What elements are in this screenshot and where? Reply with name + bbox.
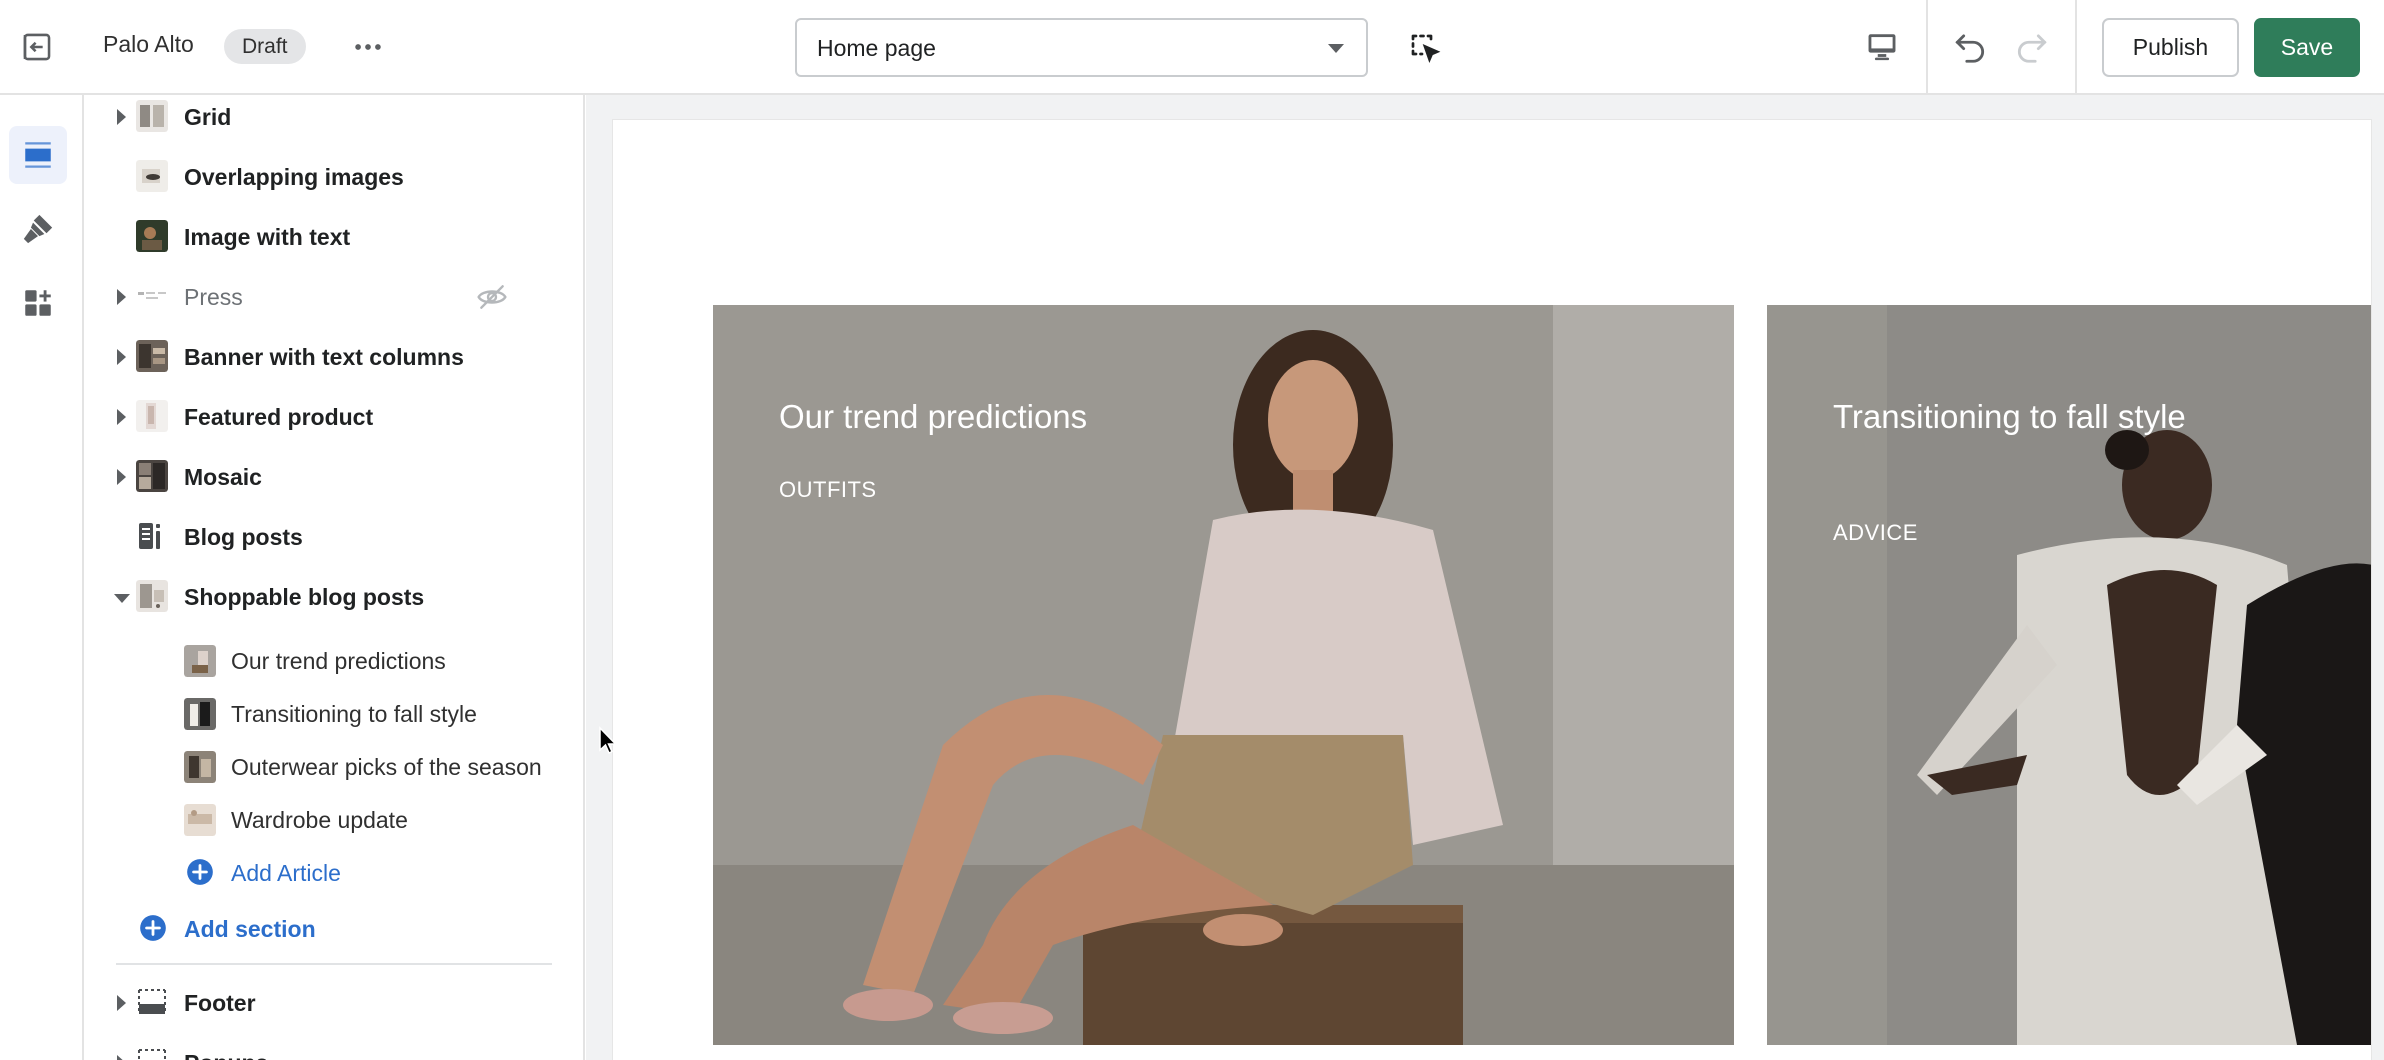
inspector-icon[interactable] xyxy=(1407,30,1443,66)
section-item-image-with-text[interactable]: Image with text xyxy=(84,207,583,267)
chevron-right-icon[interactable] xyxy=(117,469,126,485)
section-item-label: Popups xyxy=(184,1050,268,1060)
desktop-icon[interactable] xyxy=(1865,30,1899,64)
add-section-label: Add section xyxy=(184,916,316,942)
popups-icon xyxy=(138,1049,166,1060)
section-thumbnail-icon xyxy=(136,220,168,252)
section-item-featured-product[interactable]: Featured product xyxy=(84,387,583,447)
section-thumbnail-icon xyxy=(136,400,168,432)
section-item-label: Overlapping images xyxy=(184,164,404,190)
blog-post-title: Transitioning to fall style xyxy=(1833,398,2186,435)
page-selector-value: Home page xyxy=(817,35,936,61)
exit-icon[interactable] xyxy=(20,30,54,64)
add-circle-icon xyxy=(187,859,213,885)
add-circle-icon xyxy=(140,915,166,941)
blog-posts-icon xyxy=(139,523,160,549)
add-article-button[interactable]: Add Article xyxy=(84,845,583,898)
rail-app-embeds[interactable] xyxy=(9,274,67,332)
add-article-label: Add Article xyxy=(231,860,341,886)
page-selector[interactable]: Home page xyxy=(795,18,1368,77)
section-thumbnail-icon xyxy=(136,160,168,192)
block-item-article[interactable]: Our trend predictions xyxy=(84,633,583,686)
article-thumbnail-icon xyxy=(184,804,216,836)
app-embeds-icon xyxy=(25,290,51,316)
chevron-right-icon[interactable] xyxy=(117,995,126,1011)
block-item-label: Wardrobe update xyxy=(231,807,408,833)
preview-frame: Our trend predictions OUTFITS Transition… xyxy=(612,119,2372,1060)
blog-post-card[interactable]: Our trend predictions OUTFITS xyxy=(713,305,1734,1045)
section-item-label: Press xyxy=(184,284,243,310)
section-item-mosaic[interactable]: Mosaic xyxy=(84,447,583,507)
store-name: Palo Alto xyxy=(103,31,194,57)
section-item-blog-posts[interactable]: Blog posts xyxy=(84,507,583,567)
top-bar: Palo Alto Draft Home page Publish Save xyxy=(0,0,2384,95)
section-thumbnail-icon xyxy=(136,340,168,372)
left-rail xyxy=(0,95,84,1060)
eye-hidden-icon[interactable] xyxy=(476,281,508,313)
chevron-right-icon[interactable] xyxy=(117,289,126,305)
block-item-label: Transitioning to fall style xyxy=(231,701,477,727)
section-thumbnail-icon xyxy=(136,100,168,132)
section-item-label: Shoppable blog posts xyxy=(184,584,425,610)
toolbar-divider xyxy=(1926,0,1928,95)
save-button[interactable]: Save xyxy=(2254,18,2360,77)
undo-icon[interactable] xyxy=(1951,28,1989,66)
section-thumbnail-icon xyxy=(136,280,168,312)
preview-canvas: Our trend predictions OUTFITS Transition… xyxy=(586,95,2384,1060)
section-item-label: Image with text xyxy=(184,224,351,250)
toolbar-divider xyxy=(2075,0,2077,95)
footer-icon xyxy=(138,989,166,1014)
block-item-label: Outerwear picks of the season xyxy=(231,754,542,780)
more-icon[interactable] xyxy=(351,30,385,64)
section-thumbnail-icon xyxy=(136,580,168,612)
section-item-label: Banner with text columns xyxy=(184,344,464,370)
block-item-article[interactable]: Wardrobe update xyxy=(84,792,583,845)
rail-theme-settings[interactable] xyxy=(9,200,67,258)
section-item-label: Mosaic xyxy=(184,464,262,490)
section-item-label: Blog posts xyxy=(184,524,303,550)
article-thumbnail-icon xyxy=(184,645,216,677)
chevron-right-icon[interactable] xyxy=(117,409,126,425)
section-item-press[interactable]: Press xyxy=(84,267,583,327)
section-item-popups[interactable]: Popups xyxy=(84,1033,583,1060)
add-section-button[interactable]: Add section xyxy=(84,901,583,954)
blog-post-tag: ADVICE xyxy=(1833,520,1918,545)
section-item-footer[interactable]: Footer xyxy=(84,973,583,1033)
section-item-label: Grid xyxy=(184,104,232,130)
section-item-label: Footer xyxy=(184,990,256,1016)
blog-post-card[interactable]: Transitioning to fall style ADVICE xyxy=(1767,305,2371,1045)
article-thumbnail-icon xyxy=(184,751,216,783)
section-item-overlapping-images[interactable]: Overlapping images xyxy=(84,147,583,207)
sections-icon xyxy=(25,142,51,168)
section-item-shoppable-blog-posts[interactable]: Shoppable blog posts xyxy=(84,567,583,627)
redo-icon[interactable] xyxy=(2013,28,2051,66)
block-item-label: Our trend predictions xyxy=(231,648,446,674)
sections-sidebar: Grid Overlapping images Image with text … xyxy=(84,95,585,1060)
section-thumbnail-icon xyxy=(136,460,168,492)
blog-post-tag: OUTFITS xyxy=(779,477,877,502)
chevron-right-icon[interactable] xyxy=(117,109,126,125)
chevron-right-icon[interactable] xyxy=(117,349,126,365)
publish-button[interactable]: Publish xyxy=(2102,18,2239,77)
chevron-right-icon[interactable] xyxy=(117,1055,126,1060)
section-item-banner-with-text-columns[interactable]: Banner with text columns xyxy=(84,327,583,387)
mouse-cursor-icon xyxy=(599,726,618,755)
section-item-grid[interactable]: Grid xyxy=(84,95,583,147)
theme-settings-icon xyxy=(23,214,53,244)
block-item-article[interactable]: Transitioning to fall style xyxy=(84,686,583,739)
article-thumbnail-icon xyxy=(184,698,216,730)
chevron-down-icon[interactable] xyxy=(114,594,130,603)
rail-sections[interactable] xyxy=(9,126,67,184)
sidebar-divider xyxy=(116,963,552,965)
block-item-article[interactable]: Outerwear picks of the season xyxy=(84,739,583,792)
chevron-down-icon xyxy=(1328,44,1344,53)
status-badge: Draft xyxy=(224,29,306,64)
blog-post-title: Our trend predictions xyxy=(779,398,1088,435)
section-item-label: Featured product xyxy=(184,404,374,430)
